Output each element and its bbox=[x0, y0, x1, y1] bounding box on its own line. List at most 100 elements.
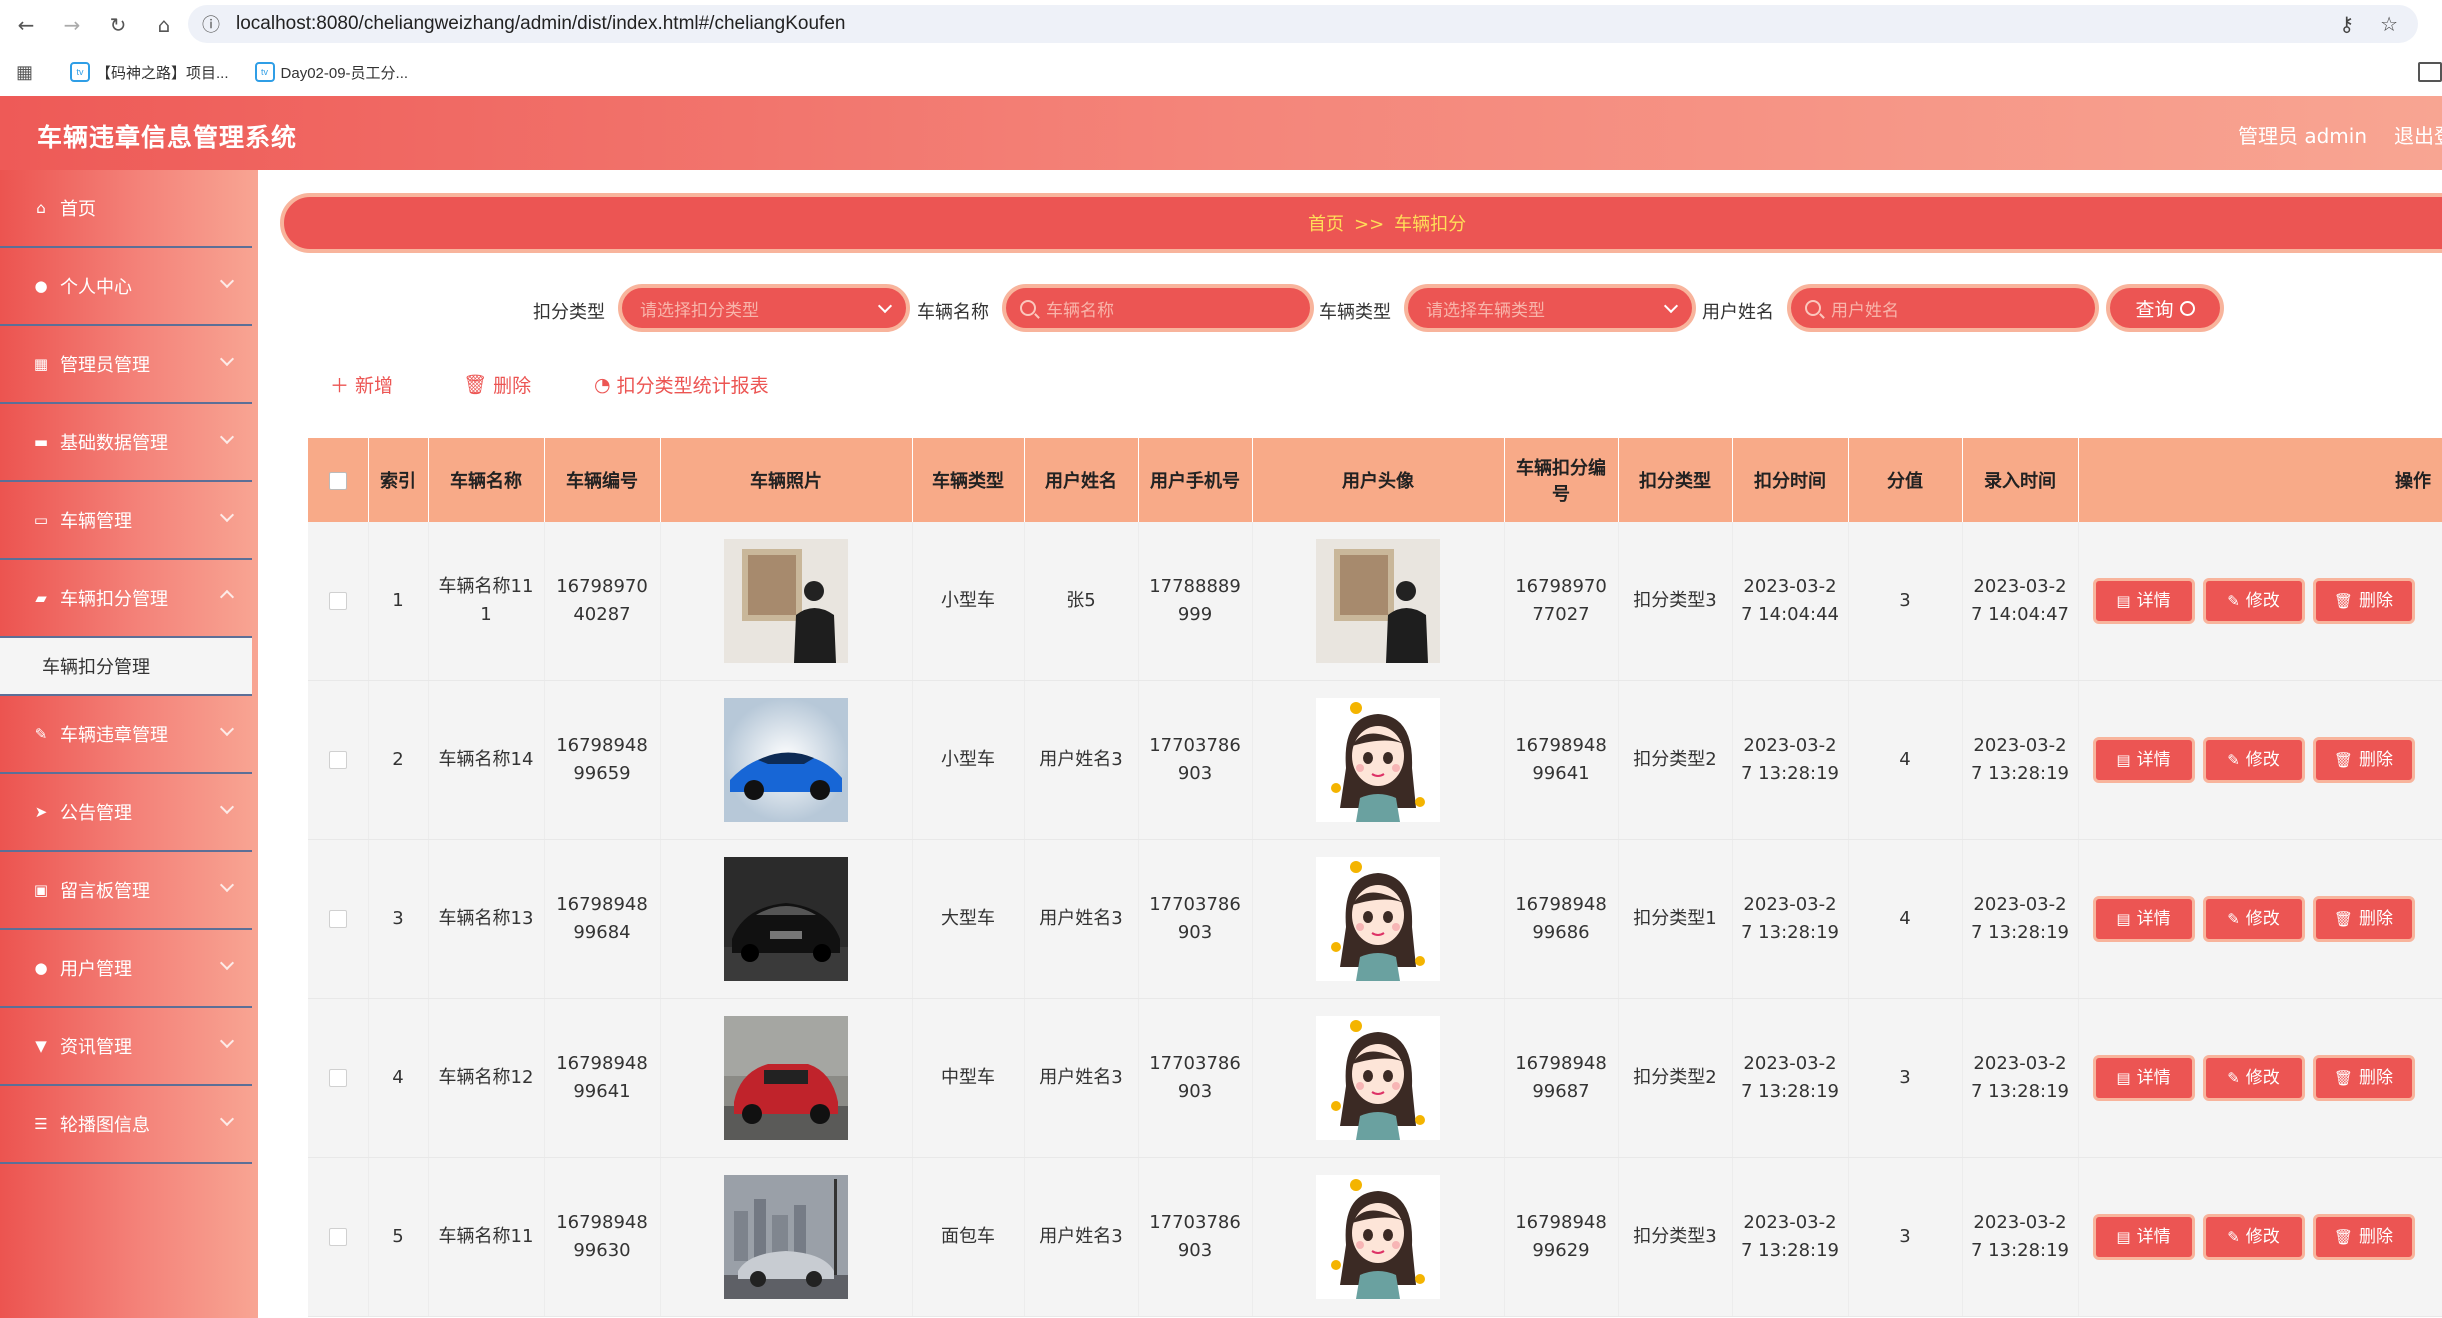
delete-button[interactable]: 🗑 删除 bbox=[2312, 1055, 2415, 1101]
car-photo[interactable] bbox=[724, 857, 848, 981]
delete-button[interactable]: 🗑 删除 bbox=[2312, 737, 2415, 783]
column-header: 车辆名称 bbox=[428, 438, 545, 522]
edit-button[interactable]: ✎ 修改 bbox=[2202, 1214, 2305, 1260]
sidebar-item-koufen[interactable]: ▰ 车辆扣分管理 bbox=[0, 560, 252, 638]
bookmark-item[interactable]: tv Day02-09-员工分... bbox=[254, 62, 408, 83]
cell-user-phone: 17788889999 bbox=[1138, 522, 1253, 681]
row-checkbox[interactable] bbox=[328, 910, 347, 928]
apps-icon[interactable]: ▦ bbox=[16, 62, 44, 83]
breadcrumb-current: 车辆扣分 bbox=[1394, 214, 1467, 235]
home-icon[interactable]: ⌂ bbox=[144, 5, 184, 45]
detail-button[interactable]: ▤ 详情 bbox=[2092, 896, 2195, 942]
sidebar-subitem-koufen[interactable]: 车辆扣分管理 bbox=[0, 638, 252, 696]
bookmark-item[interactable]: tv 【码神之路】项目... bbox=[70, 62, 229, 83]
sidebar-item-carousel[interactable]: ☰ 轮播图信息 bbox=[0, 1086, 252, 1164]
edit-button[interactable]: ✎ 修改 bbox=[2202, 896, 2305, 942]
edit-button[interactable]: ✎ 修改 bbox=[2202, 737, 2305, 783]
avatar[interactable] bbox=[1316, 1016, 1440, 1140]
logout-button[interactable]: 退出登录 bbox=[2394, 120, 2442, 149]
add-button[interactable]: ＋新增 bbox=[330, 371, 393, 398]
column-header: 索引 bbox=[368, 438, 429, 522]
cell-car-type: 大型车 bbox=[912, 839, 1025, 999]
sidebar-item-news[interactable]: ▼ 资讯管理 bbox=[0, 1008, 252, 1086]
delete-button[interactable]: 🗑 删除 bbox=[2312, 896, 2415, 942]
koufen-type-select[interactable]: 请选择扣分类型 bbox=[618, 284, 910, 332]
breadcrumb-home[interactable]: 首页 bbox=[1308, 214, 1344, 235]
reload-icon[interactable]: ↻ bbox=[98, 5, 138, 45]
cell-user-name: 用户姓名3 bbox=[1024, 839, 1139, 999]
column-header: 用户头像 bbox=[1252, 438, 1505, 522]
cell-car-code: 1679894899684 bbox=[544, 839, 661, 999]
sidebar-item-violations[interactable]: ✎ 车辆违章管理 bbox=[0, 696, 252, 774]
edit-icon: ✎ bbox=[2227, 592, 2240, 610]
key-icon[interactable]: ⚷ bbox=[2339, 12, 2354, 36]
sidebar-item-messages[interactable]: ▣ 留言板管理 bbox=[0, 852, 252, 930]
row-checkbox[interactable] bbox=[328, 1069, 347, 1087]
detail-button[interactable]: ▤ 详情 bbox=[2092, 1055, 2195, 1101]
url-text[interactable]: localhost:8080/cheliangweizhang/admin/di… bbox=[236, 13, 845, 35]
select-all-checkbox[interactable] bbox=[328, 471, 347, 490]
avatar[interactable] bbox=[1316, 698, 1440, 822]
cell-index: 2 bbox=[368, 680, 429, 840]
cell-car-photo bbox=[660, 998, 913, 1158]
row-checkbox-cell bbox=[308, 839, 369, 999]
car-photo[interactable] bbox=[724, 1175, 848, 1299]
sidebar-item-base-data[interactable]: ▬ 基础数据管理 bbox=[0, 404, 252, 482]
avatar[interactable] bbox=[1316, 857, 1440, 981]
row-checkbox[interactable] bbox=[328, 1228, 347, 1246]
avatar[interactable] bbox=[1316, 1175, 1440, 1299]
picture-icon: ▣ bbox=[33, 881, 49, 899]
detail-button[interactable]: ▤ 详情 bbox=[2092, 578, 2195, 624]
row-checkbox[interactable] bbox=[328, 751, 347, 769]
chevron-down-icon bbox=[219, 429, 235, 445]
trash-icon: 🗑 bbox=[2333, 592, 2354, 610]
cell-score: 3 bbox=[1848, 998, 1963, 1158]
cell-car-code: 1679894899630 bbox=[544, 1157, 661, 1317]
query-button[interactable]: 查询 bbox=[2106, 284, 2224, 332]
browser-chrome: ← → ↻ ⌂ ⓘ localhost:8080/cheliangweizhan… bbox=[0, 0, 2442, 97]
forward-icon[interactable]: → bbox=[52, 5, 92, 45]
sidebar-item-users[interactable]: ● 用户管理 bbox=[0, 930, 252, 1008]
edit-icon: ✎ bbox=[2227, 910, 2240, 928]
cell-operations: ▤ 详情 ✎ 修改 🗑 删除 bbox=[2078, 839, 2442, 999]
report-button[interactable]: ◔ 扣分类型统计报表 bbox=[594, 371, 769, 398]
row-checkbox[interactable] bbox=[328, 592, 347, 610]
edit-button[interactable]: ✎ 修改 bbox=[2202, 578, 2305, 624]
delete-button[interactable]: 🗑 删除 bbox=[2312, 1214, 2415, 1260]
car-type-select[interactable]: 请选择车辆类型 bbox=[1404, 284, 1696, 332]
chevron-down-icon bbox=[219, 877, 235, 893]
car-photo[interactable] bbox=[724, 539, 848, 663]
cell-koufen-time: 2023-03-27 13:28:19 bbox=[1732, 1157, 1849, 1317]
sidebar-item-cars[interactable]: ▭ 车辆管理 bbox=[0, 482, 252, 560]
car-name-input[interactable]: 车辆名称 bbox=[1002, 284, 1314, 332]
sidebar-item-home[interactable]: ⌂ 首页 bbox=[0, 170, 252, 248]
cell-car-type: 小型车 bbox=[912, 522, 1025, 681]
address-bar[interactable]: ⓘ localhost:8080/cheliangweizhang/admin/… bbox=[188, 5, 2418, 43]
column-header: 车辆扣分编号 bbox=[1504, 438, 1619, 522]
star-icon[interactable]: ☆ bbox=[2380, 12, 2398, 36]
batch-delete-button[interactable]: 🗑 删除 bbox=[463, 371, 531, 398]
folder-icon[interactable] bbox=[2418, 62, 2442, 82]
cell-koufen-code: 1679894899629 bbox=[1504, 1157, 1619, 1317]
car-photo[interactable] bbox=[724, 1016, 848, 1140]
detail-button[interactable]: ▤ 详情 bbox=[2092, 737, 2195, 783]
column-header: 用户姓名 bbox=[1024, 438, 1139, 522]
site-info-icon[interactable]: ⓘ bbox=[202, 11, 224, 37]
cell-car-name: 车辆名称12 bbox=[428, 998, 545, 1158]
column-header: 扣分类型 bbox=[1618, 438, 1733, 522]
chevron-down-icon bbox=[219, 589, 235, 605]
detail-button[interactable]: ▤ 详情 bbox=[2092, 1214, 2195, 1260]
cell-koufen-type: 扣分类型3 bbox=[1618, 522, 1733, 681]
back-icon[interactable]: ← bbox=[6, 5, 46, 45]
user-name-input[interactable]: 用户姓名 bbox=[1787, 284, 2099, 332]
avatar[interactable] bbox=[1316, 539, 1440, 663]
cell-koufen-time: 2023-03-27 14:04:44 bbox=[1732, 522, 1849, 681]
delete-button[interactable]: 🗑 删除 bbox=[2312, 578, 2415, 624]
sidebar-item-notices[interactable]: ➤ 公告管理 bbox=[0, 774, 252, 852]
car-photo[interactable] bbox=[724, 698, 848, 822]
edit-button[interactable]: ✎ 修改 bbox=[2202, 1055, 2305, 1101]
cell-insert-time: 2023-03-27 13:28:19 bbox=[1962, 680, 2079, 840]
edit-icon: ✎ bbox=[2227, 751, 2240, 769]
cell-user-phone: 17703786903 bbox=[1138, 839, 1253, 999]
cell-index: 3 bbox=[368, 839, 429, 999]
